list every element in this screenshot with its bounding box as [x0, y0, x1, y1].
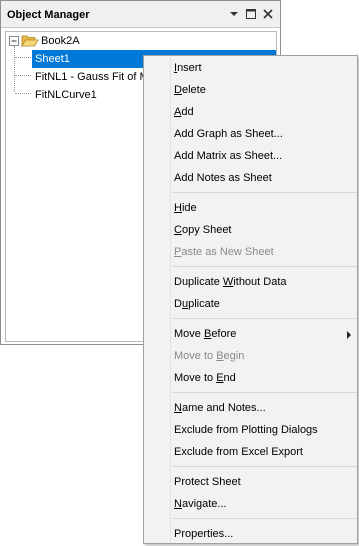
tree-item-workbook[interactable]: Book2A [8, 32, 128, 50]
collapse-icon[interactable] [9, 36, 19, 49]
menu-item-navigate[interactable]: Navigate... [145, 493, 356, 515]
menu-item-add-matrix-as-sheet[interactable]: Add Matrix as Sheet... [145, 145, 356, 167]
sheet-label: FitNLCurve1 [35, 89, 97, 101]
menu-item-paste-as-new-sheet: Paste as New Sheet [174, 246, 274, 258]
menu-separator [173, 266, 357, 267]
menu-item-properties[interactable]: Properties... [145, 523, 356, 545]
menu-item-exclude-from-plotting-dialogs[interactable]: Exclude from Plotting Dialogs [145, 419, 356, 441]
menu-item-duplicate[interactable]: Duplicate [145, 293, 356, 315]
tree-connector [14, 46, 15, 92]
menu-item-duplicate-without-data[interactable]: Duplicate Without Data [145, 271, 356, 293]
submenu-arrow-icon [346, 330, 352, 342]
sheet-label: FitNL1 - Gauss Fit of M [35, 71, 149, 83]
sheet-label: Sheet1 [35, 53, 70, 65]
menu-item-exclude-from-excel-export[interactable]: Exclude from Excel Export [145, 441, 356, 463]
menu-separator [173, 192, 357, 193]
panel-header: Object Manager [1, 1, 280, 28]
menu-item-move-before[interactable]: Move Before [145, 323, 356, 345]
menu-item-add-graph-as-sheet[interactable]: Add Graph as Sheet... [145, 123, 356, 145]
menu-separator [173, 392, 357, 393]
panel-title: Object Manager [7, 9, 90, 21]
menu-separator [173, 318, 357, 319]
menu-item-move-to-begin: Move to Begin [174, 350, 245, 362]
menu-item-add-notes-as-sheet[interactable]: Add Notes as Sheet [145, 167, 356, 189]
menu-item-insert[interactable]: Insert [145, 57, 356, 79]
menu-item-copy-sheet[interactable]: Copy Sheet [145, 219, 356, 241]
menu-separator [173, 518, 357, 519]
tree-connector [15, 93, 31, 94]
panel-dropdown-icon[interactable] [227, 7, 241, 21]
context-menu: Insert Delete Add Add Graph as Sheet... … [143, 55, 358, 544]
folder-open-icon [21, 33, 39, 51]
menu-separator [173, 466, 357, 467]
menu-item-add[interactable]: Add [145, 101, 356, 123]
menu-item-protect-sheet[interactable]: Protect Sheet [145, 471, 356, 493]
menu-item-delete[interactable]: Delete [145, 79, 356, 101]
maximize-icon[interactable] [244, 7, 258, 21]
workbook-label: Book2A [41, 35, 80, 47]
menu-item-name-and-notes[interactable]: Name and Notes... [145, 397, 356, 419]
tree-connector [15, 75, 31, 76]
close-icon[interactable] [261, 7, 275, 21]
menu-item-move-to-end[interactable]: Move to End [145, 367, 356, 389]
menu-item-hide[interactable]: Hide [145, 197, 356, 219]
tree-connector [15, 57, 31, 58]
